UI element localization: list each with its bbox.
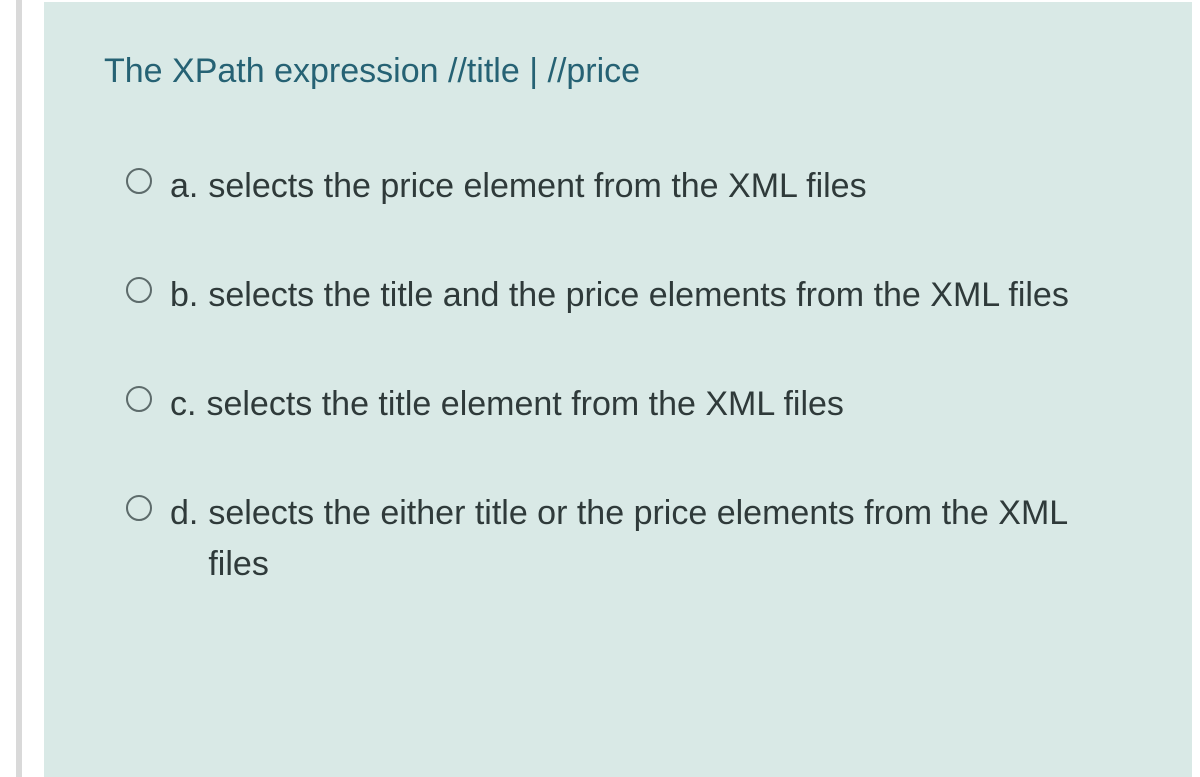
- radio-icon[interactable]: [126, 495, 152, 521]
- options-list: a. selects the price element from the XM…: [104, 161, 1132, 590]
- option-text: d. selects the either title or the price…: [170, 488, 1132, 590]
- radio-icon[interactable]: [126, 168, 152, 194]
- option-b[interactable]: b. selects the title and the price eleme…: [126, 270, 1132, 321]
- option-text: c. selects the title element from the XM…: [170, 379, 844, 430]
- radio-icon[interactable]: [126, 386, 152, 412]
- radio-icon[interactable]: [126, 277, 152, 303]
- option-answer: selects the price element from the XML f…: [208, 161, 866, 212]
- option-letter: a.: [170, 161, 198, 212]
- option-c[interactable]: c. selects the title element from the XM…: [126, 379, 1132, 430]
- question-container: The XPath expression //title | //price a…: [16, 0, 1192, 777]
- option-d[interactable]: d. selects the either title or the price…: [126, 488, 1132, 590]
- question-text: The XPath expression //title | //price: [104, 52, 1132, 91]
- option-answer: selects the title and the price elements…: [208, 270, 1068, 321]
- option-letter: c.: [170, 379, 196, 430]
- question-card: The XPath expression //title | //price a…: [44, 2, 1192, 777]
- option-text: a. selects the price element from the XM…: [170, 161, 867, 212]
- option-text: b. selects the title and the price eleme…: [170, 270, 1069, 321]
- option-letter: d.: [170, 488, 198, 539]
- option-answer: selects the either title or the price el…: [208, 488, 1132, 590]
- option-letter: b.: [170, 270, 198, 321]
- option-answer: selects the title element from the XML f…: [206, 379, 843, 430]
- option-a[interactable]: a. selects the price element from the XM…: [126, 161, 1132, 212]
